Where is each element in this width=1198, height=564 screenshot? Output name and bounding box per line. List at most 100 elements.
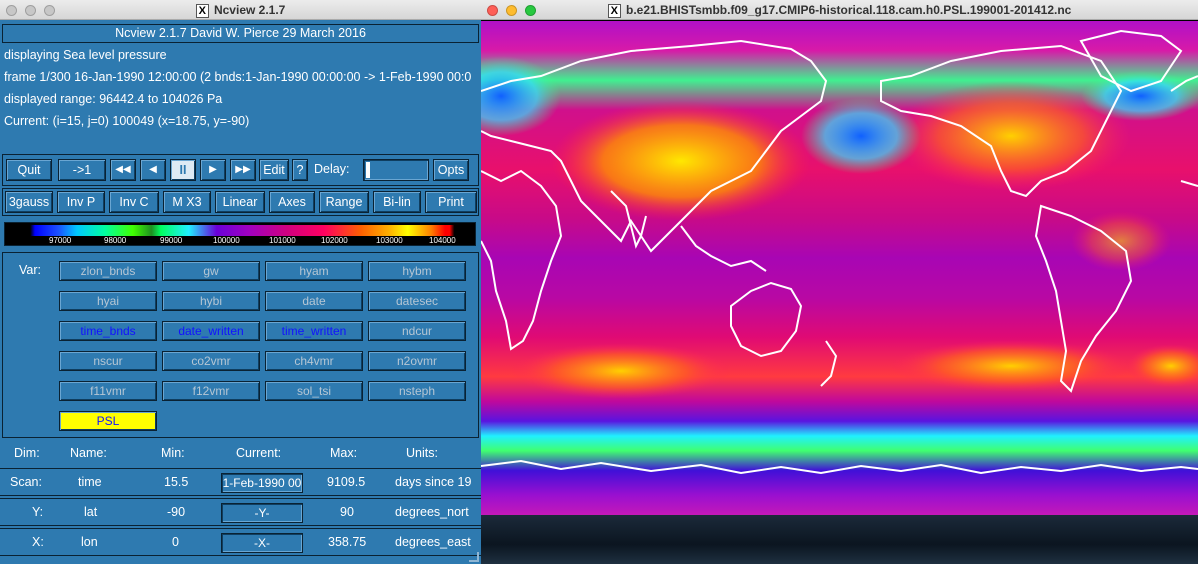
dim-units: degrees_east [395, 535, 471, 549]
low-pressure-arctic [1081, 71, 1198, 121]
colorbar-tick: 99000 [160, 236, 183, 245]
help-button[interactable]: ? [292, 159, 308, 181]
var-button-n2ovmr[interactable]: n2ovmr [368, 351, 466, 371]
close-window-icon[interactable] [6, 5, 17, 16]
control-window-titlebar[interactable]: X Ncview 2.1.7 [0, 0, 481, 20]
var-button-date[interactable]: date [265, 291, 363, 311]
app-header: Ncview 2.1.7 David W. Pierce 29 March 20… [115, 26, 366, 40]
fast-forward-button[interactable]: ▶▶ [230, 159, 256, 181]
forward-button[interactable]: ▶ [200, 159, 226, 181]
dim-header-name: Name: [70, 446, 107, 460]
var-button-sol-tsi[interactable]: sol_tsi [265, 381, 363, 401]
option-range[interactable]: Range [319, 191, 369, 213]
dim-header-min: Min: [161, 446, 185, 460]
dim-max: 90 [340, 505, 354, 519]
dim-units: degrees_nort [395, 505, 469, 519]
zoom-window-icon[interactable] [44, 5, 55, 16]
step-button[interactable]: ->1 [58, 159, 106, 181]
back-button[interactable]: ◀ [140, 159, 166, 181]
dim-name: lat [84, 505, 98, 519]
dim-max: 9109.5 [327, 475, 366, 489]
var-button-ndcur[interactable]: ndcur [368, 321, 466, 341]
colorbar-tick: 97000 [49, 236, 72, 245]
var-button-time-written[interactable]: time_written [265, 321, 363, 341]
high-pressure-south-indian [511, 343, 731, 399]
dim-current-button[interactable]: 1-Feb-1990 00 [221, 473, 303, 493]
minimize-window-icon[interactable] [25, 5, 36, 16]
delay-slider[interactable] [363, 159, 429, 181]
dim-units: days since 19 [395, 475, 472, 489]
var-button-co2vmr[interactable]: co2vmr [162, 351, 260, 371]
dim-min: 15.5 [164, 475, 189, 489]
option-mag[interactable]: M X3 [163, 191, 211, 213]
high-pressure-pacific-se [1071, 211, 1171, 271]
option-linear[interactable]: Linear [215, 191, 265, 213]
var-label: Var: [19, 263, 41, 277]
dim-current-button[interactable]: -X- [221, 533, 303, 553]
quit-button[interactable]: Quit [6, 159, 52, 181]
option-inv-p[interactable]: Inv P [57, 191, 105, 213]
map-window-title: b.e21.BHISTsmbb.f09_g17.CMIP6-historical… [626, 3, 1072, 17]
dim-min: 0 [172, 535, 179, 549]
var-button-date-written[interactable]: date_written [162, 321, 260, 341]
map-window-titlebar[interactable]: Xb.e21.BHISTsmbb.f09_g17.CMIP6-historica… [481, 0, 1198, 20]
colorbar-tick: 103000 [376, 236, 403, 245]
dimension-header: Dim: Name: Min: Current: Max: Units: [0, 440, 481, 466]
colorbar-gradient [7, 225, 473, 236]
var-button-hyam[interactable]: hyam [265, 261, 363, 281]
rewind-button[interactable]: ◀◀ [110, 159, 136, 181]
info-frame: frame 1/300 16-Jan-1990 12:00:00 (2 bnds… [4, 70, 472, 84]
resize-grip-icon[interactable] [469, 552, 479, 562]
low-pressure-aleutian [801, 98, 921, 174]
dim-current-button[interactable]: -Y- [221, 503, 303, 523]
option-axes[interactable]: Axes [269, 191, 315, 213]
edit-button[interactable]: Edit [259, 159, 289, 181]
colorbar: 97000 98000 99000 100000 101000 102000 1… [4, 222, 476, 246]
dim-label: Y: [32, 505, 44, 519]
dim-label: X: [32, 535, 44, 549]
option-print[interactable]: Print [425, 191, 477, 213]
window-traffic-lights [487, 5, 536, 16]
var-button-nsteph[interactable]: nsteph [368, 381, 466, 401]
var-button-f11vmr[interactable]: f11vmr [59, 381, 157, 401]
dim-name: lon [81, 535, 98, 549]
dim-header-current: Current: [236, 446, 282, 460]
var-button-ch4vmr[interactable]: ch4vmr [265, 351, 363, 371]
minimize-window-icon[interactable] [506, 5, 517, 16]
var-button-datesec[interactable]: datesec [368, 291, 466, 311]
colorbar-tick: 100000 [213, 236, 240, 245]
desktop-background [481, 515, 1198, 564]
x11-icon: X [607, 4, 621, 18]
pause-button[interactable]: II [170, 159, 196, 181]
colorbar-tick: 98000 [104, 236, 127, 245]
option-3gauss[interactable]: 3gauss [5, 191, 53, 213]
dim-row-x: X: lon 0 -X- 358.75 degrees_east [0, 528, 481, 556]
dim-row-y: Y: lat -90 -Y- 90 degrees_nort [0, 498, 481, 526]
delay-label: Delay: [314, 162, 350, 176]
zoom-window-icon[interactable] [525, 5, 536, 16]
var-button-time-bnds[interactable]: time_bnds [59, 321, 157, 341]
var-button-zlon-bnds[interactable]: zlon_bnds [59, 261, 157, 281]
var-button-hybi[interactable]: hybi [162, 291, 260, 311]
opts-button[interactable]: Opts [433, 159, 469, 181]
colorbar-tick: 101000 [269, 236, 296, 245]
var-button-psl[interactable]: PSL [59, 411, 157, 431]
var-button-hybm[interactable]: hybm [368, 261, 466, 281]
close-window-icon[interactable] [487, 5, 498, 16]
option-inv-c[interactable]: Inv C [109, 191, 159, 213]
colorbar-tick-labels: 97000 98000 99000 100000 101000 102000 1… [5, 236, 477, 246]
var-button-hyai[interactable]: hyai [59, 291, 157, 311]
variable-panel: Var: zlon_bnds gw hyam hybm hyai hybi da… [2, 252, 479, 438]
map-window: Xb.e21.BHISTsmbb.f09_g17.CMIP6-historica… [481, 0, 1198, 515]
option-bi-lin[interactable]: Bi-lin [373, 191, 421, 213]
var-button-nscur[interactable]: nscur [59, 351, 157, 371]
dim-header-units: Units: [406, 446, 438, 460]
dim-name: time [78, 475, 102, 489]
high-pressure-south-pacific [891, 340, 1131, 392]
sea-level-pressure-map[interactable] [481, 21, 1198, 515]
colorbar-tick: 104000 [429, 236, 456, 245]
var-button-f12vmr[interactable]: f12vmr [162, 381, 260, 401]
delay-slider-thumb[interactable] [366, 162, 370, 178]
var-button-gw[interactable]: gw [162, 261, 260, 281]
dim-min: -90 [167, 505, 186, 519]
